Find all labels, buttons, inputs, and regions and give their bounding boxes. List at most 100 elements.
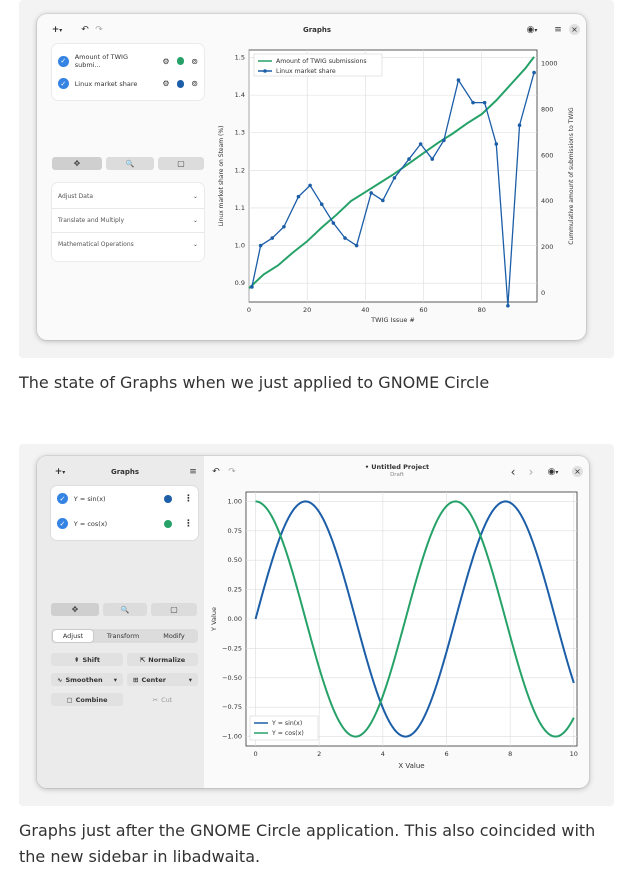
x-tick-label: 6 — [444, 750, 448, 758]
data-point — [331, 221, 336, 225]
eye-icon: ◉ — [547, 467, 556, 477]
x-tick-label: 4 — [381, 750, 385, 758]
color-swatch[interactable] — [164, 519, 172, 528]
view-menu-button[interactable]: ◉ ▾ — [522, 23, 542, 37]
tab-adjust[interactable]: Adjust — [53, 630, 93, 642]
list-item[interactable]: ✓ Y = sin(x) ⋮ — [57, 493, 193, 504]
data-point — [456, 78, 461, 82]
close-icon[interactable]: × — [572, 466, 583, 477]
data-point — [381, 198, 385, 203]
center-button[interactable]: ⊞ Center ▾ — [127, 673, 198, 686]
item-label: Amount of TWIG submi... — [74, 53, 128, 69]
list-item[interactable]: ✓ Y = cos(x) ⋮ — [57, 518, 193, 529]
combine-icon: ▢ — [66, 695, 73, 704]
kebab-menu-icon[interactable]: ⋮ — [184, 494, 193, 504]
undo-icon[interactable]: ↶ — [79, 23, 91, 37]
forward-icon[interactable]: › — [525, 465, 537, 479]
x-tick-label: 0 — [247, 306, 251, 314]
checkbox-icon[interactable]: ✓ — [57, 518, 68, 529]
pan-tool-button[interactable]: ✥ — [51, 603, 99, 616]
zoom-tool-button[interactable]: 🔍 — [103, 603, 147, 616]
caption-2: Graphs just after the GNOME Circle appli… — [19, 821, 596, 866]
y2-tick-label: 0 — [541, 289, 545, 297]
data-point — [532, 70, 536, 75]
kebab-menu-icon[interactable]: ⋮ — [184, 519, 193, 529]
y-tick-label: 1.0 — [235, 242, 245, 250]
options-icon[interactable]: ⊚ — [191, 57, 198, 66]
data-point — [471, 100, 475, 105]
graphs-window-1: + ▾ ↶ ↷ Graphs ◉ ▾ ≡ × ✓ Amount of TWIG su… — [37, 14, 586, 340]
cut-button[interactable]: ✂ Cut — [127, 693, 198, 706]
x-axis-label: TWIG Issue # — [370, 316, 415, 324]
color-swatch[interactable] — [176, 79, 185, 88]
y-tick-label: 0.75 — [228, 527, 242, 535]
y-tick-label: 0.50 — [228, 556, 242, 564]
y-tick-label: 0.00 — [228, 615, 242, 623]
gear-icon[interactable]: ⚙ — [162, 57, 169, 66]
smoothen-button[interactable]: ∿ Smoothen ▾ — [51, 673, 123, 686]
zoom-tool-button[interactable]: 🔍 — [106, 157, 154, 170]
list-item[interactable]: ✓ Amount of TWIG submi... ⚙ ⊚ — [58, 53, 198, 69]
redo-icon[interactable]: ↷ — [226, 465, 238, 479]
item-label: Y = sin(x) — [73, 494, 106, 503]
data-point — [407, 157, 411, 161]
options-icon[interactable]: ⊚ — [191, 79, 198, 88]
data-point — [258, 243, 263, 248]
add-button[interactable]: + ▾ — [51, 465, 69, 479]
x-tick-label: 60 — [419, 306, 427, 314]
x-tick-label: 20 — [303, 306, 311, 314]
data-point — [343, 236, 347, 240]
tab-modify[interactable]: Modify — [153, 630, 195, 642]
expander-translate[interactable]: Translate and Multiply ⌄ — [58, 217, 198, 224]
tab-transform[interactable]: Transform — [99, 630, 147, 642]
smoothen-icon: ∿ — [57, 675, 63, 684]
legend-marker — [263, 69, 267, 73]
legend-label: Linux market share — [276, 68, 336, 75]
y-tick-label: −1.00 — [222, 733, 242, 741]
main-menu-icon[interactable]: ≡ — [552, 23, 564, 37]
window-title: Graphs — [302, 26, 332, 34]
chart-1[interactable]: 0 20 40 60 80 0.9 1.0 1.1 1.2 1.3 1.4 1.5 0 200 400 600… — [209, 44, 581, 334]
y2-tick-label: 200 — [541, 243, 553, 251]
redo-icon[interactable]: ↷ — [93, 23, 105, 37]
y2-tick-label: 1000 — [541, 60, 558, 68]
list-item[interactable]: ✓ Linux market share ⚙ ⊚ — [58, 78, 198, 89]
data-point — [442, 138, 446, 143]
divider — [52, 208, 204, 209]
y-tick-label: 1.5 — [235, 54, 245, 62]
expander-math[interactable]: Mathematical Operations ⌄ — [58, 241, 198, 248]
project-subtitle: Draft — [390, 472, 404, 478]
select-tool-button[interactable]: ▢ — [158, 157, 204, 170]
color-swatch[interactable] — [176, 57, 185, 65]
checkbox-icon[interactable]: ✓ — [58, 55, 69, 67]
back-icon[interactable]: ‹ — [507, 465, 519, 479]
y-tick-label: −0.75 — [222, 703, 242, 711]
item-list: ✓ Amount of TWIG submi... ⚙ ⊚ ✓ Linux ma… — [52, 44, 204, 100]
undo-icon[interactable]: ↶ — [210, 465, 222, 479]
normalize-button[interactable]: ⇱ Normalize — [127, 653, 198, 666]
y-tick-label: −0.50 — [222, 674, 242, 682]
data-point — [482, 100, 487, 105]
x-tick-label: 8 — [508, 750, 512, 758]
close-icon[interactable]: × — [569, 24, 580, 35]
y-tick-label: 1.3 — [235, 129, 245, 137]
chart-2[interactable]: 0 2 4 6 8 10 1.00 0.75 0.50 0.25 0.00 −0.25 −0.50 −0.… — [204, 484, 589, 786]
expander-adjust-data[interactable]: Adjust Data ⌄ — [58, 193, 198, 200]
shift-button[interactable]: ⇞ Shift — [51, 653, 123, 666]
color-swatch[interactable] — [164, 494, 172, 503]
main-menu-icon[interactable]: ≡ — [187, 465, 199, 479]
add-button[interactable]: + ▾ — [49, 23, 65, 37]
checkbox-icon[interactable]: ✓ — [57, 493, 68, 504]
y-tick-label: 0.25 — [228, 586, 242, 594]
combine-button[interactable]: ▢ Combine — [51, 693, 123, 706]
pan-tool-button[interactable]: ✥ — [52, 157, 102, 170]
y-tick-label: 1.4 — [235, 91, 245, 99]
item-label: Y = cos(x) — [73, 519, 108, 528]
item-list: ✓ Y = sin(x) ⋮ ✓ Y = cos(x) ⋮ — [51, 486, 198, 540]
x-tick-label: 0 — [253, 750, 257, 758]
gear-icon[interactable]: ⚙ — [162, 79, 169, 88]
view-menu-button[interactable]: ◉ ▾ — [543, 465, 563, 479]
chevron-down-icon: ⌄ — [192, 193, 198, 200]
checkbox-icon[interactable]: ✓ — [58, 78, 69, 89]
select-tool-button[interactable]: ▢ — [151, 603, 197, 616]
